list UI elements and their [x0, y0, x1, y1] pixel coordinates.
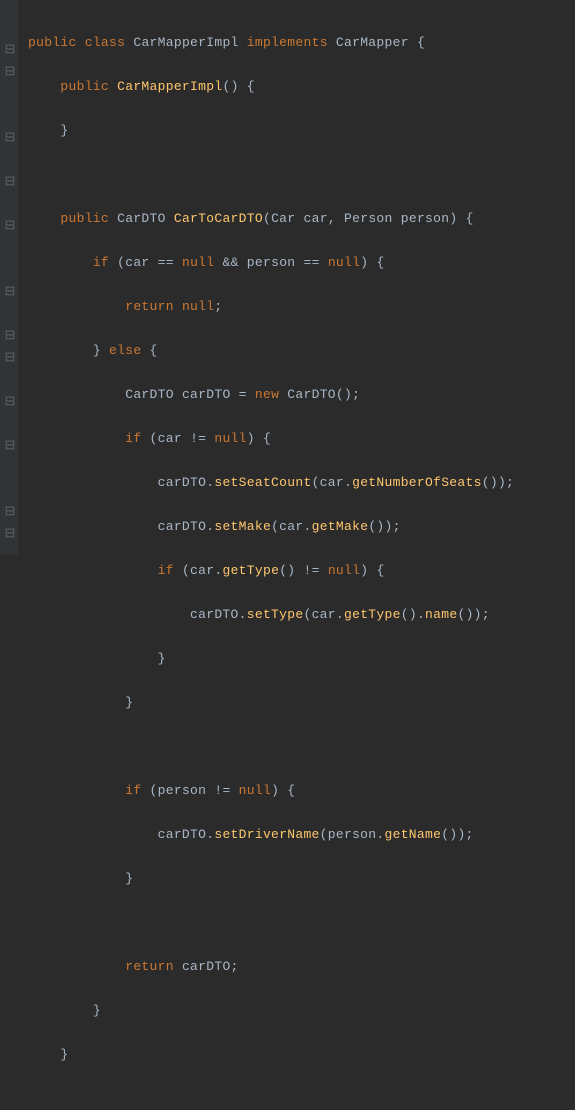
code-line: if (car == null && person == null) { — [28, 252, 575, 274]
code-line: } — [28, 648, 575, 670]
fold-icon[interactable]: ⊟ — [5, 281, 14, 290]
code-editor: ⊟ ⊟ ⊟ ⊟ ⊟ ⊟ ⊟ ⊟ ⊟ ⊟ ⊟ ⊟ public class Car… — [0, 0, 575, 555]
fold-icon[interactable]: ⊟ — [5, 127, 14, 136]
fold-icon[interactable]: ⊟ — [5, 391, 14, 400]
code-line — [28, 912, 575, 934]
gutter: ⊟ ⊟ ⊟ ⊟ ⊟ ⊟ ⊟ ⊟ ⊟ ⊟ ⊟ ⊟ — [0, 0, 18, 555]
code-line: carDTO.setSeatCount(car.getNumberOfSeats… — [28, 472, 575, 494]
code-line: carDTO.setMake(car.getMake()); — [28, 516, 575, 538]
fold-icon[interactable]: ⊟ — [5, 171, 14, 180]
code-line: } else { — [28, 340, 575, 362]
fold-icon[interactable]: ⊟ — [5, 523, 14, 532]
code-line: return null; — [28, 296, 575, 318]
fold-icon[interactable]: ⊟ — [5, 347, 14, 356]
fold-icon[interactable]: ⊟ — [5, 501, 14, 510]
fold-icon[interactable]: ⊟ — [5, 39, 14, 48]
code-line: } — [28, 868, 575, 890]
code-line — [28, 736, 575, 758]
code-line: carDTO.setType(car.getType().name()); — [28, 604, 575, 626]
code-line — [28, 164, 575, 186]
code-line: } — [28, 1000, 575, 1022]
code-line: } — [28, 692, 575, 714]
code-line: public class CarMapperImpl implements Ca… — [28, 32, 575, 54]
code-line: public CarMapperImpl() { — [28, 76, 575, 98]
fold-icon[interactable]: ⊟ — [5, 325, 14, 334]
code-line: CarDTO carDTO = new CarDTO(); — [28, 384, 575, 406]
code-line: if (car != null) { — [28, 428, 575, 450]
code-area[interactable]: public class CarMapperImpl implements Ca… — [18, 0, 575, 555]
code-line: if (person != null) { — [28, 780, 575, 802]
code-line: return carDTO; — [28, 956, 575, 978]
code-line: } — [28, 1044, 575, 1066]
fold-icon[interactable]: ⊟ — [5, 215, 14, 224]
code-line: carDTO.setDriverName(person.getName()); — [28, 824, 575, 846]
code-line: public CarDTO CarToCarDTO(Car car, Perso… — [28, 208, 575, 230]
code-line: if (car.getType() != null) { — [28, 560, 575, 582]
code-line: } — [28, 120, 575, 142]
fold-icon[interactable]: ⊟ — [5, 61, 14, 70]
fold-icon[interactable]: ⊟ — [5, 435, 14, 444]
